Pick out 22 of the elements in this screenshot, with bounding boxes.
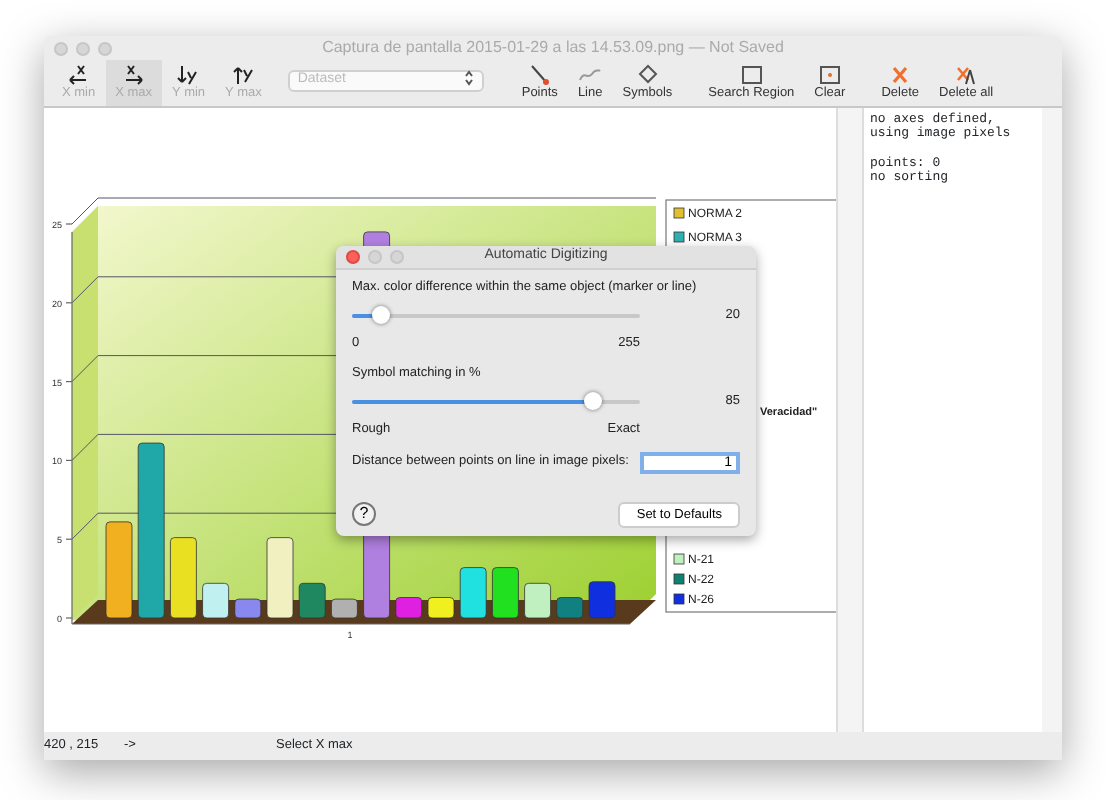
zoom-button[interactable] [390, 250, 404, 264]
left-arrow-icon [66, 64, 91, 87]
slider-thumb[interactable] [583, 391, 602, 410]
square-icon [739, 64, 764, 87]
diamond-icon [635, 64, 660, 87]
zoom-button[interactable] [98, 42, 112, 56]
up-arrow-icon [231, 64, 256, 87]
cross-icon [888, 64, 913, 87]
chevron-icon [463, 70, 474, 87]
slider-thumb[interactable] [372, 305, 391, 324]
help-button[interactable]: ? [352, 502, 376, 527]
minimize-button[interactable] [368, 250, 382, 264]
minimize-button[interactable] [76, 42, 90, 56]
close-button[interactable] [346, 250, 360, 264]
cross-icon [954, 64, 979, 87]
square-icon [817, 64, 842, 87]
down-arrow-icon [176, 64, 201, 87]
right-arrow-icon [121, 64, 146, 87]
splitter-bar[interactable] [836, 108, 864, 732]
close-button[interactable] [54, 42, 68, 56]
window-title: Captura de pantalla 2015-01-29 a las 14.53.09.png — Not Saved [322, 36, 784, 60]
pointer-icon [527, 64, 552, 87]
